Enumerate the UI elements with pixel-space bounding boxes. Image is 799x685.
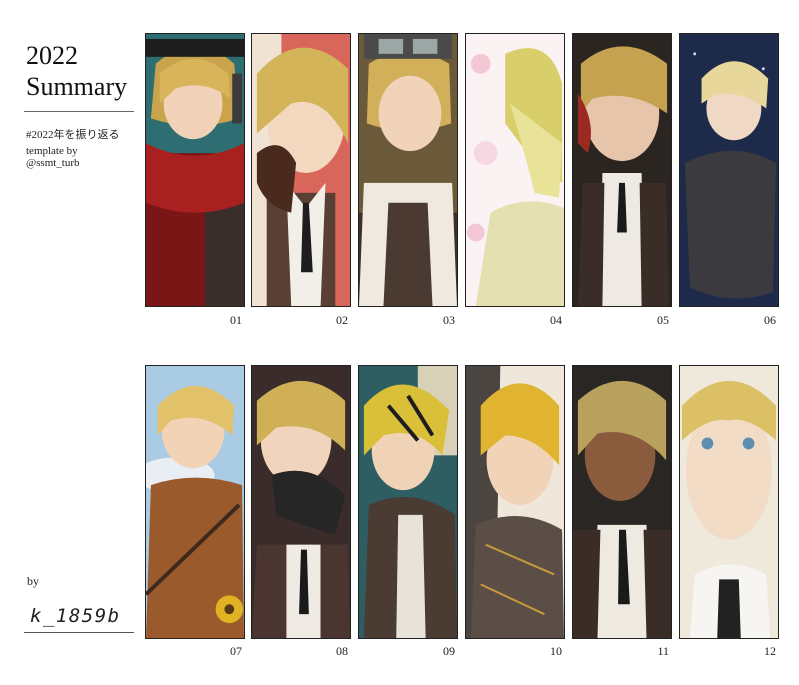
template-credit: template by @ssmt_turb xyxy=(26,145,80,169)
panel-number-11: 11 xyxy=(657,644,669,658)
credit-line-2: @ssmt_turb xyxy=(26,157,80,169)
artwork-11-image xyxy=(573,366,671,638)
title-divider xyxy=(24,111,134,112)
artwork-panel-12 xyxy=(679,365,779,639)
panel-number-07: 07 xyxy=(230,644,242,658)
artwork-panel-02 xyxy=(251,33,351,307)
panel-number-09: 09 xyxy=(443,644,455,658)
artwork-05-image xyxy=(573,34,671,306)
artwork-03-image xyxy=(359,34,457,306)
panel-number-06: 06 xyxy=(764,313,776,327)
panel-number-12: 12 xyxy=(764,644,776,658)
title-year: 2022 xyxy=(26,41,78,70)
artwork-06-image xyxy=(680,34,778,306)
artwork-01-image xyxy=(146,34,244,306)
artwork-07-image xyxy=(146,366,244,638)
panel-number-04: 04 xyxy=(550,313,562,327)
artwork-panel-06 xyxy=(679,33,779,307)
artist-name: k_1859b xyxy=(30,605,121,627)
artwork-08-image xyxy=(252,366,350,638)
artwork-12-image xyxy=(680,366,778,638)
hashtag-text: #2022年を振り返る xyxy=(26,129,120,141)
artwork-panel-05 xyxy=(572,33,672,307)
artwork-02-image xyxy=(252,34,350,306)
artwork-04-image xyxy=(466,34,564,306)
artwork-09-image xyxy=(359,366,457,638)
panel-number-03: 03 xyxy=(443,313,455,327)
artist-divider xyxy=(24,632,134,633)
artwork-10-image xyxy=(466,366,564,638)
page-title: 2022 Summary xyxy=(26,40,136,102)
artwork-panel-10 xyxy=(465,365,565,639)
panel-number-02: 02 xyxy=(336,313,348,327)
panel-number-10: 10 xyxy=(550,644,562,658)
artwork-panel-01 xyxy=(145,33,245,307)
panel-number-01: 01 xyxy=(230,313,242,327)
artwork-panel-08 xyxy=(251,365,351,639)
panel-number-08: 08 xyxy=(336,644,348,658)
by-label: by xyxy=(27,574,39,588)
credit-line-1: template by xyxy=(26,145,78,157)
artwork-panel-07 xyxy=(145,365,245,639)
panel-number-05: 05 xyxy=(657,313,669,327)
artwork-panel-03 xyxy=(358,33,458,307)
artwork-panel-09 xyxy=(358,365,458,639)
artwork-panel-11 xyxy=(572,365,672,639)
artwork-panel-04 xyxy=(465,33,565,307)
title-summary: Summary xyxy=(26,72,128,101)
